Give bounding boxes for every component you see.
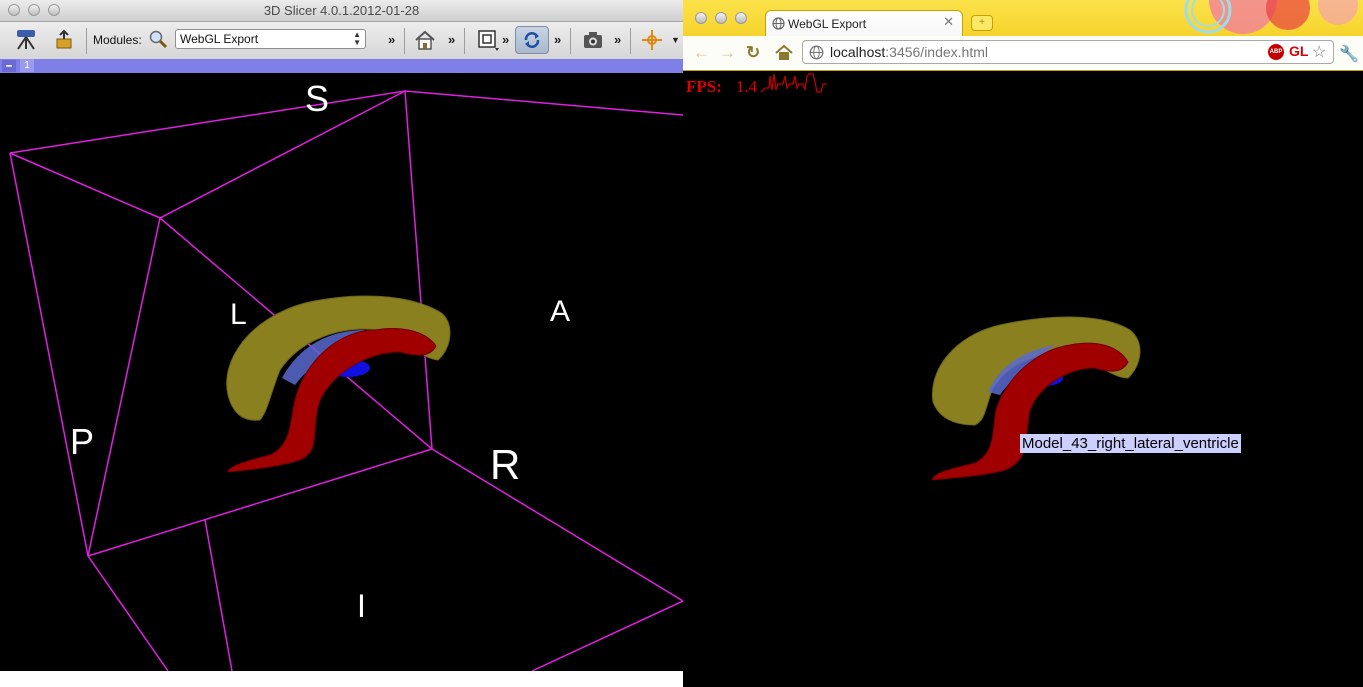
bounding-box [9, 90, 683, 671]
webgl-canvas[interactable] [683, 0, 1363, 687]
layout-icon[interactable] [476, 28, 500, 52]
toolbar-overflow-chevron[interactable]: » [388, 32, 395, 47]
toolbar-separator [404, 28, 405, 54]
model-tooltip: Model_43_right_lateral_ventricle [1020, 434, 1241, 453]
toolbar-separator [464, 28, 465, 54]
axis-label-posterior: P [70, 421, 95, 462]
modules-label: Modules: [93, 33, 142, 47]
toolbar-overflow-chevron[interactable]: » [554, 32, 561, 47]
crosshair-icon[interactable] [640, 28, 664, 52]
webgl-brain-model [931, 316, 1141, 481]
refresh-icon [524, 32, 540, 48]
slicer-toolbar: Modules: WebGL Export ▲ ▼ » » » » » ▼ [0, 22, 683, 60]
module-selector[interactable]: WebGL Export ▲ ▼ [175, 29, 366, 49]
brain-structures-model [226, 295, 451, 473]
window-title: 3D Slicer 4.0.1.2012-01-28 [263, 3, 420, 18]
view-controller-bar: ━ 1 [0, 59, 683, 73]
axis-label-anterior: A [550, 295, 571, 328]
dropdown-arrow-icon[interactable]: ▼ [671, 35, 680, 45]
camera-icon[interactable] [581, 28, 605, 52]
home-icon[interactable] [413, 28, 437, 52]
search-icon[interactable] [148, 29, 168, 49]
toolbar-separator [86, 28, 87, 54]
toolbar-separator [630, 28, 631, 54]
spin-view-button[interactable] [515, 26, 549, 54]
axis-label-superior: S [305, 78, 330, 119]
toolbar-overflow-chevron[interactable]: » [614, 32, 621, 47]
slicer-titlebar: 3D Slicer 4.0.1.2012-01-28 [0, 0, 683, 22]
axis-label-right: R [490, 441, 521, 488]
load-data-icon[interactable] [52, 28, 76, 52]
updown-arrows-icon: ▲ ▼ [353, 30, 361, 47]
axis-label-left: L [230, 298, 247, 331]
toolbar-overflow-chevron[interactable]: » [448, 32, 455, 47]
axis-label-inferior: I [357, 588, 366, 624]
browser-window: WebGL Export ✕ + ← → ↻ localhost:3456/in… [683, 0, 1363, 687]
toolbar-separator [570, 28, 571, 54]
mrml-scene-icon[interactable] [14, 28, 38, 52]
pin-icon[interactable]: ━ [2, 60, 16, 72]
toolbar-overflow-chevron[interactable]: » [502, 32, 509, 47]
3d-scene [9, 90, 683, 671]
slicer-bottom-strip [0, 671, 683, 687]
module-selector-value: WebGL Export [180, 32, 259, 46]
view-number: 1 [20, 59, 34, 72]
slicer-window: 3D Slicer 4.0.1.2012-01-28 Modules: WebG… [0, 0, 683, 687]
3d-view[interactable]: S L A P R I [0, 73, 683, 671]
